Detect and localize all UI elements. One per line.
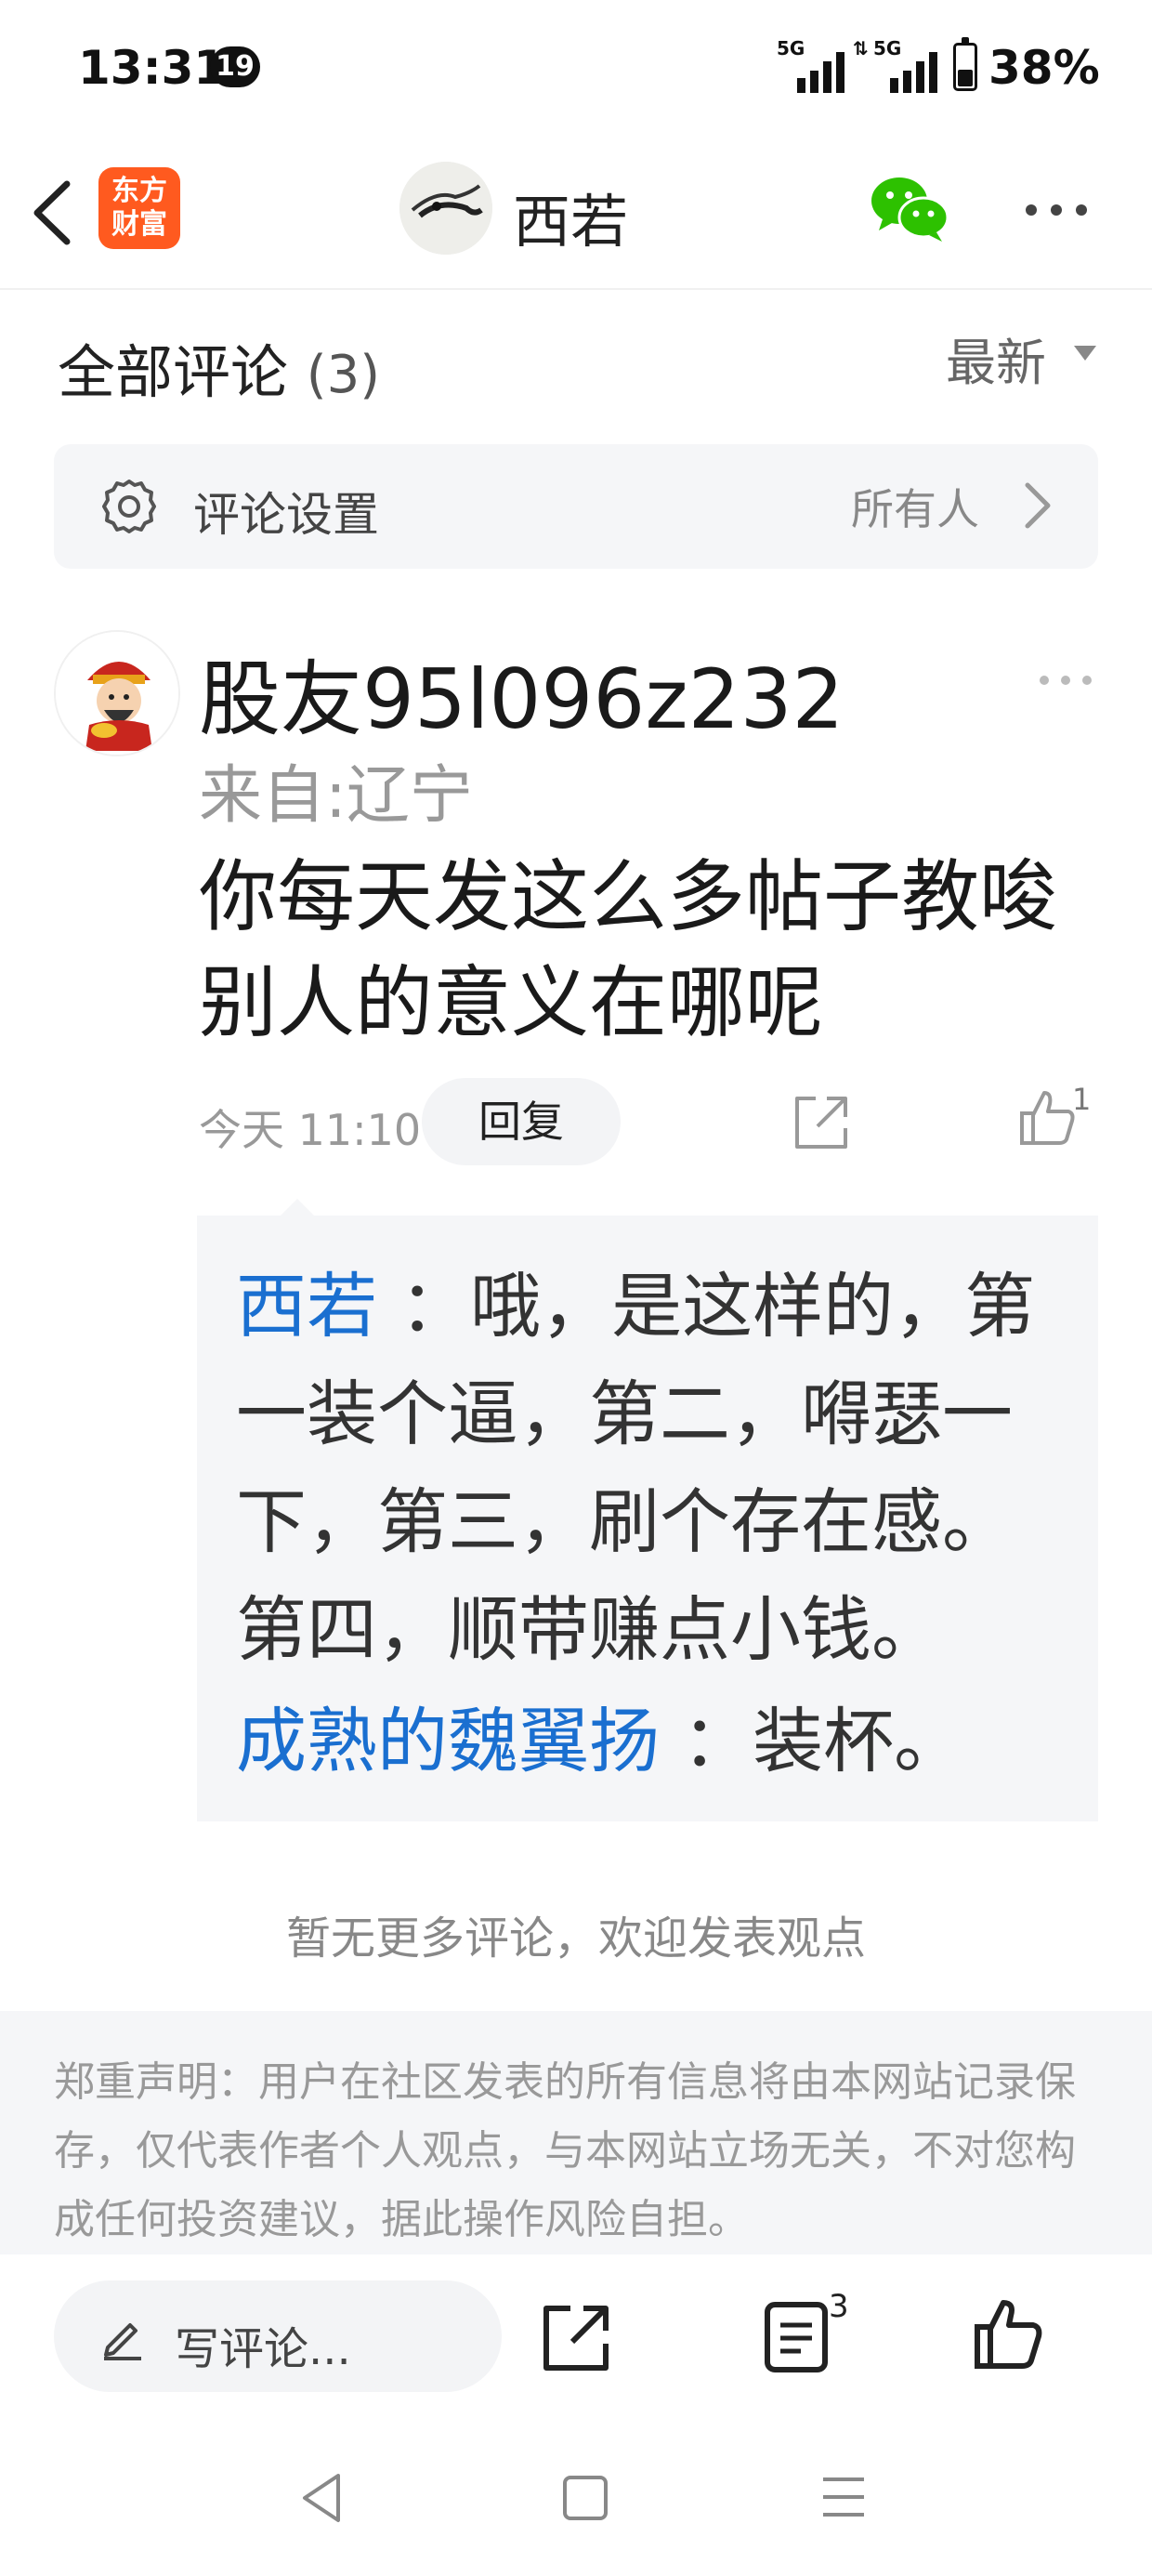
write-comment-placeholder: 写评论... [175, 2323, 351, 2375]
sort-button[interactable]: 最新 [946, 322, 1046, 395]
pencil-icon [104, 2323, 141, 2360]
gear-icon [102, 480, 156, 533]
notification-count-badge: 19 [210, 46, 260, 87]
no-more-comments-text: 暂无更多评论，欢迎发表观点 [285, 1912, 866, 1965]
settings-value: 所有人 [851, 484, 979, 534]
wechat-share-icon[interactable] [870, 173, 949, 243]
chevron-right-icon [1025, 482, 1051, 529]
more-icon[interactable] [1037, 662, 1094, 699]
avatar[interactable] [399, 162, 492, 255]
thumbs-up-icon[interactable] [972, 2295, 1046, 2373]
comment-location: 来自:辽宁 [199, 759, 473, 833]
reply-author[interactable]: 成熟的魏翼扬 [236, 1700, 660, 1782]
settings-label: 评论设置 [193, 488, 379, 542]
reply-item[interactable]: 成熟的魏翼扬 ：装杯。 [236, 1688, 1072, 1795]
more-icon[interactable] [1022, 191, 1091, 229]
signal-strength-icon: ⇅ 5G [853, 37, 946, 93]
bottom-action-bar: 写评论... 3 [0, 2254, 1152, 2422]
disclaimer: 郑重声明：用户在社区发表的所有信息将由本网站记录保存，仅代表作者个人观点，与本网… [0, 2011, 1152, 2254]
nav-back-icon[interactable] [295, 2470, 347, 2526]
reply-text: ：装杯。 [682, 1700, 965, 1782]
reply-button[interactable]: 回复 [422, 1078, 621, 1165]
battery-icon [953, 37, 977, 91]
comments-heading: 全部评论 (3) [58, 325, 380, 409]
app-logo[interactable]: 东方财富 [98, 167, 180, 249]
comment-username[interactable]: 股友95l096z232 [199, 634, 844, 752]
battery-level: 38% [988, 41, 1100, 95]
nav-menu-icon[interactable] [821, 2474, 866, 2520]
header: 东方财富 西若 [0, 139, 1152, 290]
status-time: 13:31 [78, 41, 227, 95]
like-count: 1 [1072, 1082, 1092, 1117]
signal-strength-icon: 5G [777, 37, 851, 93]
comments-title: 全部评论 [58, 338, 289, 406]
comment-text: 你每天发这么多帖子教唆别人的意义在哪呢 [199, 851, 1058, 1048]
back-icon[interactable] [26, 171, 82, 255]
comments-count: (3) [306, 345, 381, 405]
share-icon[interactable] [788, 1089, 855, 1156]
reply-author[interactable]: 西若 [236, 1265, 377, 1347]
system-nav-bar [0, 2422, 1152, 2576]
comment-time: 今天 11:10 [199, 1105, 422, 1155]
nav-home-icon[interactable] [563, 2476, 608, 2520]
page-title: 西若 [513, 188, 629, 256]
reply-item[interactable]: 西若 ：哦，是这样的，第一装个逼，第二，嘚瑟一下，第三，刷个存在感。第四，顺带赚… [236, 1253, 1072, 1684]
write-comment-input[interactable]: 写评论... [54, 2280, 502, 2392]
comment-count-badge: 3 [829, 2288, 849, 2325]
avatar[interactable] [54, 630, 180, 756]
chevron-down-icon[interactable] [1074, 346, 1096, 361]
replies-pointer [279, 1199, 316, 1217]
comment-settings-row[interactable]: 评论设置 所有人 [54, 444, 1098, 569]
share-icon[interactable] [539, 2301, 613, 2375]
replies-box: 西若 ：哦，是这样的，第一装个逼，第二，嘚瑟一下，第三，刷个存在感。第四，顺带赚… [197, 1216, 1098, 1821]
comment-list-icon[interactable] [762, 2299, 832, 2375]
disclaimer-text: 郑重声明：用户在社区发表的所有信息将由本网站记录保存，仅代表作者个人观点，与本网… [54, 2058, 1076, 2243]
status-bar: 13:31 19 5G ⇅ 5G 38% [0, 0, 1152, 139]
